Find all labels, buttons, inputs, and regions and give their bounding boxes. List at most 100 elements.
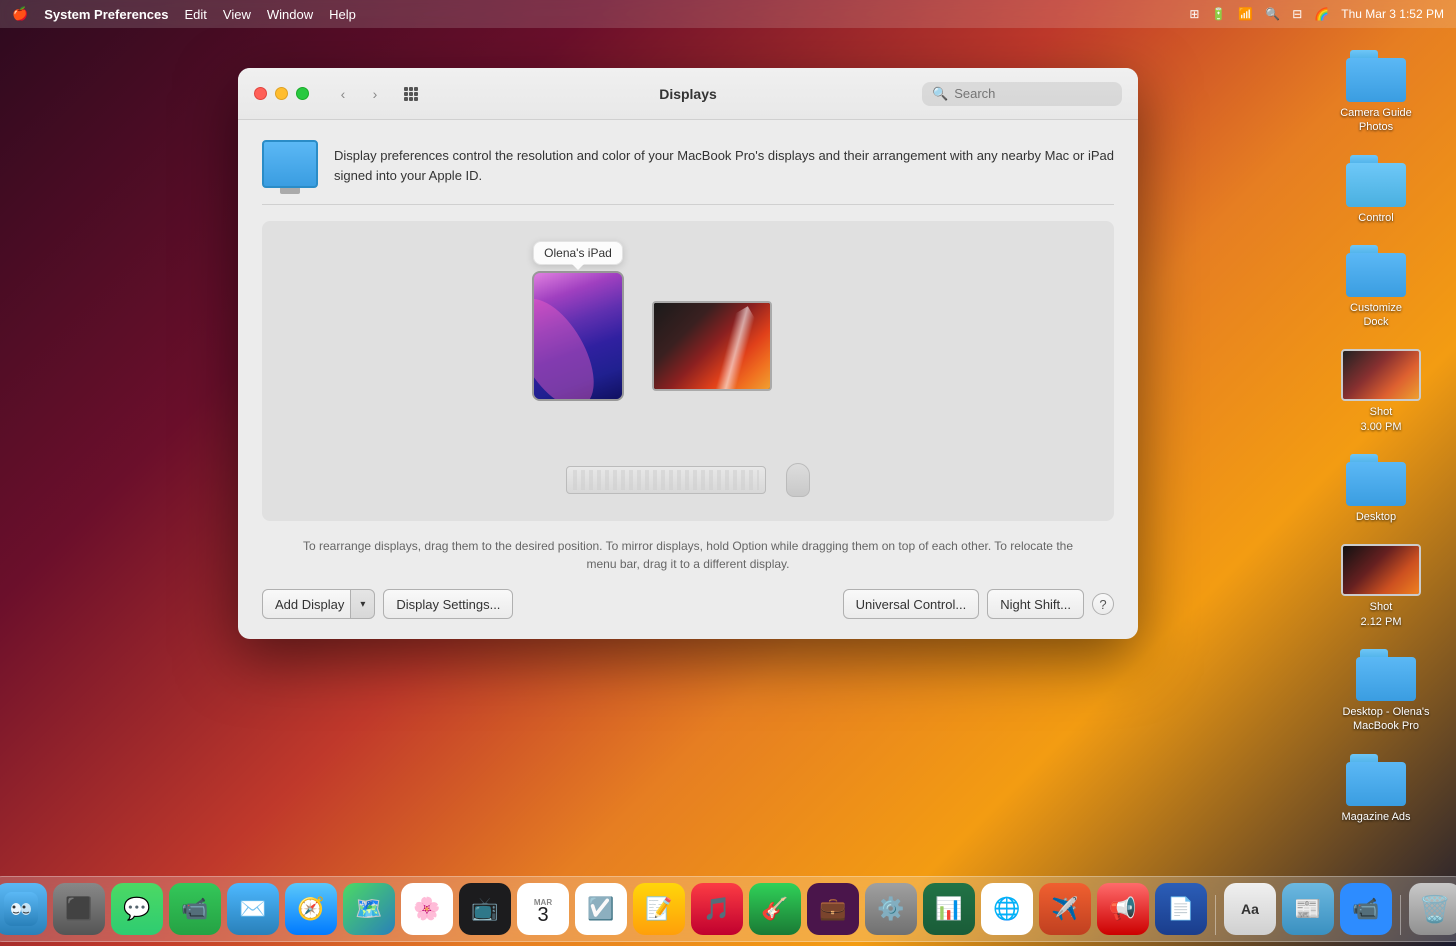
desktop-icon-screenshot1[interactable]: Shot3.00 PM (1336, 349, 1426, 434)
screen-mirroring-icon[interactable]: ⊞ (1189, 7, 1199, 21)
minimize-button[interactable] (275, 87, 288, 100)
keyboard-icon (566, 466, 766, 494)
dock-icon-launchpad[interactable]: ⬛ (53, 883, 105, 935)
desktop-icon-control[interactable]: Control (1336, 155, 1416, 225)
desktop-icon-desktop[interactable]: Desktop (1336, 454, 1416, 524)
dock-icon-trash[interactable]: 🗑️ (1409, 883, 1456, 935)
icon-label-desktop: Desktop (1356, 510, 1396, 524)
icon-label-customize-dock: Customize Dock (1336, 301, 1416, 330)
menubar-left: 🍎 System Preferences Edit View Window He… (12, 6, 356, 22)
macbook-wallpaper (654, 303, 770, 389)
battery-icon[interactable]: 🔋 (1211, 7, 1226, 21)
display-settings-button[interactable]: Display Settings... (383, 589, 513, 619)
icon-label-shot2: Shot2.12 PM (1361, 600, 1402, 629)
icon-label-desktop-macbook: Desktop - Olena's MacBook Pro (1336, 705, 1436, 734)
ipad-screen[interactable] (532, 271, 624, 401)
info-banner: Display preferences control the resoluti… (262, 140, 1114, 205)
dock-icon-airmail[interactable]: ✈️ (1039, 883, 1091, 935)
night-shift-button[interactable]: Night Shift... (987, 589, 1084, 619)
dock-icon-maps[interactable]: 🗺️ (343, 883, 395, 935)
dock-icon-safari[interactable]: 🧭 (285, 883, 337, 935)
search-magnifier-icon: 🔍 (932, 86, 948, 102)
dock-icon-slack[interactable]: 💼 (807, 883, 859, 935)
control-center-icon[interactable]: ⊟ (1292, 7, 1302, 21)
dock-separator-2 (1400, 895, 1401, 935)
display-settings-label: Display Settings... (396, 597, 500, 612)
dock-separator (1215, 895, 1216, 935)
desktop-icon-customize-dock[interactable]: Customize Dock (1336, 245, 1416, 330)
icon-label-magazine-ads: Magazine Ads (1341, 810, 1410, 824)
traffic-lights (254, 87, 309, 100)
dock-icon-zoom[interactable]: 📹 (1340, 883, 1392, 935)
apple-menu[interactable]: 🍎 (12, 6, 28, 22)
grid-button[interactable] (397, 83, 425, 105)
add-display-label: Add Display (275, 597, 344, 612)
search-icon[interactable]: 🔍 (1265, 7, 1280, 21)
app-name[interactable]: System Preferences (44, 7, 168, 22)
mouse-icon (786, 463, 810, 497)
window-title: Displays (659, 86, 717, 102)
menu-edit[interactable]: Edit (185, 7, 207, 22)
dock-icon-music[interactable]: 🎵 (691, 883, 743, 935)
back-button[interactable]: ‹ (329, 83, 357, 105)
wifi-icon[interactable]: 📶 (1238, 7, 1253, 21)
dock: ⬛ 💬 📹 ✉️ 🧭 🗺️ 🌸 📺 MAR 3 ☑️ 📝 🎵 🎸 💼 ⚙️ 📊 … (0, 876, 1456, 942)
keyboard-area (566, 463, 810, 497)
ipad-wallpaper (534, 273, 622, 399)
dock-icon-dict[interactable]: Aa (1224, 883, 1276, 935)
macbook-screen[interactable] (652, 301, 772, 391)
nav-buttons: ‹ › (329, 83, 389, 105)
dock-icon-instruments[interactable]: 🎸 (749, 883, 801, 935)
titlebar: ‹ › Displays 🔍 (238, 68, 1138, 120)
bottom-buttons: Add Display ▾ Display Settings... Univer… (262, 589, 1114, 619)
dock-icon-photos[interactable]: 🌸 (401, 883, 453, 935)
dock-icon-chrome[interactable]: 🌐 (981, 883, 1033, 935)
dock-icon-calendar[interactable]: MAR 3 (517, 883, 569, 935)
info-description: Display preferences control the resoluti… (334, 140, 1114, 185)
dock-icon-finder[interactable] (0, 883, 47, 935)
desktop-icon-magazine-ads[interactable]: Magazine Ads (1336, 754, 1416, 824)
ipad-container[interactable]: Olena's iPad (532, 241, 624, 401)
dock-icon-mail[interactable]: ✉️ (227, 883, 279, 935)
universal-control-button[interactable]: Universal Control... (843, 589, 980, 619)
displays-window: ‹ › Displays 🔍 (238, 68, 1138, 639)
menubar-right: ⊞ 🔋 📶 🔍 ⊟ 🌈 Thu Mar 3 1:52 PM (1189, 7, 1444, 21)
dock-icon-sysprefs[interactable]: ⚙️ (865, 883, 917, 935)
dock-icon-facetime[interactable]: 📹 (169, 883, 221, 935)
night-shift-label: Night Shift... (1000, 597, 1071, 612)
siri-icon[interactable]: 🌈 (1314, 7, 1329, 21)
help-button[interactable]: ? (1092, 593, 1114, 615)
dock-icon-reminders[interactable]: ☑️ (575, 883, 627, 935)
menu-view[interactable]: View (223, 7, 251, 22)
add-display-dropdown[interactable]: ▾ (350, 590, 374, 618)
search-input[interactable] (954, 86, 1112, 101)
dock-icon-tv[interactable]: 📺 (459, 883, 511, 935)
menu-help[interactable]: Help (329, 7, 356, 22)
dock-icon-reeder[interactable]: 📰 (1282, 883, 1334, 935)
instruction-text: To rearrange displays, drag them to the … (262, 537, 1114, 573)
icon-label-control: Control (1358, 211, 1393, 225)
menu-window[interactable]: Window (267, 7, 313, 22)
macbook-container[interactable] (652, 301, 772, 391)
search-box[interactable]: 🔍 (922, 82, 1122, 106)
desktop-icon-screenshot2[interactable]: Shot2.12 PM (1336, 544, 1426, 629)
ipad-label: Olena's iPad (533, 241, 623, 265)
arrangement-area: Olena's iPad (262, 221, 1114, 521)
close-button[interactable] (254, 87, 267, 100)
dock-icon-presentations[interactable]: 📢 (1097, 883, 1149, 935)
desktop-icons: Camera Guide Photos Control Customize Do… (1336, 50, 1436, 824)
icon-label-shot1: Shot3.00 PM (1361, 405, 1402, 434)
maximize-button[interactable] (296, 87, 309, 100)
desktop-icon-camera-guide[interactable]: Camera Guide Photos (1336, 50, 1416, 135)
add-display-button[interactable]: Add Display ▾ (262, 589, 375, 619)
display-icon (262, 140, 318, 188)
dock-icon-word[interactable]: 📄 (1155, 883, 1207, 935)
datetime: Thu Mar 3 1:52 PM (1341, 7, 1444, 21)
dock-icon-messages[interactable]: 💬 (111, 883, 163, 935)
dock-icon-notes[interactable]: 📝 (633, 883, 685, 935)
icon-label-camera-guide: Camera Guide Photos (1336, 106, 1416, 135)
desktop-icon-desktop-macbook[interactable]: Desktop - Olena's MacBook Pro (1336, 649, 1436, 734)
dock-icon-excel[interactable]: 📊 (923, 883, 975, 935)
window-content: Display preferences control the resoluti… (238, 120, 1138, 639)
forward-button[interactable]: › (361, 83, 389, 105)
